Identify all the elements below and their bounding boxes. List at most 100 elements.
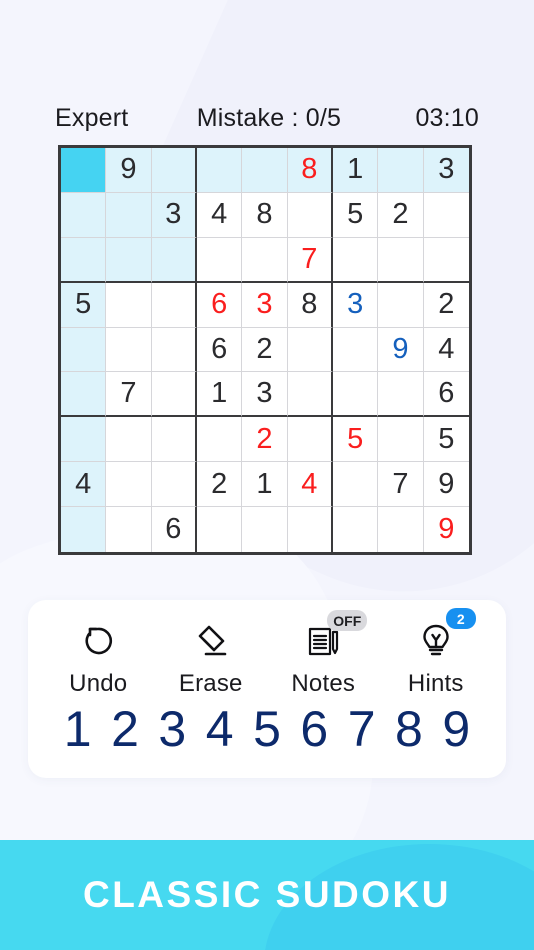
notes-button[interactable]: OFF Notes [271,610,375,698]
board-cell-r7c3[interactable]: 2 [196,462,243,508]
board-cell-r3c2[interactable] [151,282,197,328]
board-cell-r8c5[interactable] [287,507,333,552]
board-cell-r3c3[interactable]: 6 [196,282,243,328]
numpad-key-2[interactable]: 2 [101,702,148,757]
board-cell-r5c7[interactable] [378,372,424,418]
board-cell-r2c2[interactable] [151,237,197,283]
board-cell-r8c7[interactable] [378,507,424,552]
board-cell-r2c6[interactable] [332,237,379,283]
board-cell-r6c5[interactable] [287,417,333,463]
board-cell-r1c2[interactable]: 3 [151,192,197,238]
board-cell-r8c0[interactable] [61,507,107,552]
board-cell-r5c4[interactable]: 3 [242,372,288,418]
notes-off-badge: OFF [327,610,368,631]
board-cell-r8c1[interactable] [106,507,152,552]
board-cell-r5c0[interactable] [61,372,107,418]
board-cell-r6c3[interactable] [196,417,243,463]
board-cell-r1c7[interactable]: 2 [378,192,424,238]
board-cell-r7c0[interactable]: 4 [61,462,107,508]
board-cell-r6c8[interactable]: 5 [423,417,469,463]
board-cell-r1c6[interactable]: 5 [332,192,379,238]
board-cell-r4c6[interactable] [332,327,379,373]
erase-label: Erase [178,670,243,697]
board-cell-r1c4[interactable]: 8 [242,192,288,238]
board-cell-r0c1[interactable]: 9 [106,148,152,193]
numpad-key-3[interactable]: 3 [149,702,196,757]
numpad-key-1[interactable]: 1 [54,702,101,757]
board-cell-r4c7[interactable]: 9 [378,327,424,373]
board-cell-r1c3[interactable]: 4 [196,192,243,238]
board-cell-r7c8[interactable]: 9 [423,462,469,508]
board-cell-r0c8[interactable]: 3 [423,148,469,193]
number-pad[interactable]: 123456789 [28,698,506,757]
board-cell-r8c6[interactable] [332,507,379,552]
board-cell-r2c1[interactable] [106,237,152,283]
board-cell-r5c6[interactable] [332,372,379,418]
board-cell-r0c5[interactable]: 8 [287,148,333,193]
board-cell-r6c1[interactable] [106,417,152,463]
board-cell-r5c1[interactable]: 7 [106,372,152,418]
board-cell-r2c8[interactable] [423,237,469,283]
board-cell-r4c5[interactable] [287,327,333,373]
board-cell-r5c5[interactable] [287,372,333,418]
board-cell-r6c7[interactable] [378,417,424,463]
board-cell-r7c6[interactable] [332,462,379,508]
board-cell-r3c0[interactable]: 5 [61,282,107,328]
board-cell-r4c8[interactable]: 4 [423,327,469,373]
board-cell-r8c4[interactable] [242,507,288,552]
board-cell-r3c6[interactable]: 3 [332,282,379,328]
board-cell-r3c4[interactable]: 3 [242,282,288,328]
board-cell-r3c7[interactable] [378,282,424,328]
board-cell-r6c2[interactable] [151,417,197,463]
board-cell-r0c4[interactable] [242,148,288,193]
sudoku-board[interactable]: 98133485275638326294713625542147969 [58,145,472,555]
board-cell-r1c0[interactable] [61,192,107,238]
board-cell-r1c5[interactable] [287,192,333,238]
board-cell-r7c5[interactable]: 4 [287,462,333,508]
board-cell-r5c8[interactable]: 6 [423,372,469,418]
board-cell-r5c3[interactable]: 1 [196,372,243,418]
board-cell-r8c8[interactable]: 9 [423,507,469,552]
board-cell-r0c0[interactable] [61,148,107,193]
numpad-key-5[interactable]: 5 [243,702,290,757]
board-cell-r7c1[interactable] [106,462,152,508]
numpad-key-6[interactable]: 6 [291,702,338,757]
board-cell-r8c2[interactable]: 6 [151,507,197,552]
board-cell-r3c8[interactable]: 2 [423,282,469,328]
board-cell-r3c1[interactable] [106,282,152,328]
board-cell-r2c4[interactable] [242,237,288,283]
board-cell-r2c3[interactable] [196,237,243,283]
sudoku-game-screen: Expert Mistake : 0/5 03:10 9813348527563… [0,0,534,950]
numpad-key-9[interactable]: 9 [433,702,480,757]
numpad-key-4[interactable]: 4 [196,702,243,757]
board-cell-r0c2[interactable] [151,148,197,193]
board-cell-r7c7[interactable]: 7 [378,462,424,508]
board-cell-r2c7[interactable] [378,237,424,283]
numpad-key-7[interactable]: 7 [338,702,385,757]
board-cell-r4c3[interactable]: 6 [196,327,243,373]
board-cell-r4c0[interactable] [61,327,107,373]
board-cell-r1c8[interactable] [423,192,469,238]
board-cell-r7c4[interactable]: 1 [242,462,288,508]
board-cell-r1c1[interactable] [106,192,152,238]
board-cell-r4c4[interactable]: 2 [242,327,288,373]
board-cell-r6c4[interactable]: 2 [242,417,288,463]
board-cell-r4c1[interactable] [106,327,152,373]
board-cell-r3c5[interactable]: 8 [287,282,333,328]
erase-button[interactable]: Erase [159,616,263,698]
board-cell-r2c5[interactable]: 7 [287,237,333,283]
numpad-key-8[interactable]: 8 [385,702,432,757]
board-cell-r6c0[interactable] [61,417,107,463]
undo-button[interactable]: Undo [46,616,150,698]
board-cell-r2c0[interactable] [61,237,107,283]
board-cell-r8c3[interactable] [196,507,243,552]
board-cell-r4c2[interactable] [151,327,197,373]
board-cell-r0c3[interactable] [196,148,243,193]
board-cell-r5c2[interactable] [151,372,197,418]
board-cell-r6c6[interactable]: 5 [332,417,379,463]
board-cell-r7c2[interactable] [151,462,197,508]
hints-button[interactable]: 2 Hints [384,608,488,698]
board-cell-r0c6[interactable]: 1 [332,148,379,193]
board-cell-r0c7[interactable] [378,148,424,193]
undo-icon [72,616,124,666]
